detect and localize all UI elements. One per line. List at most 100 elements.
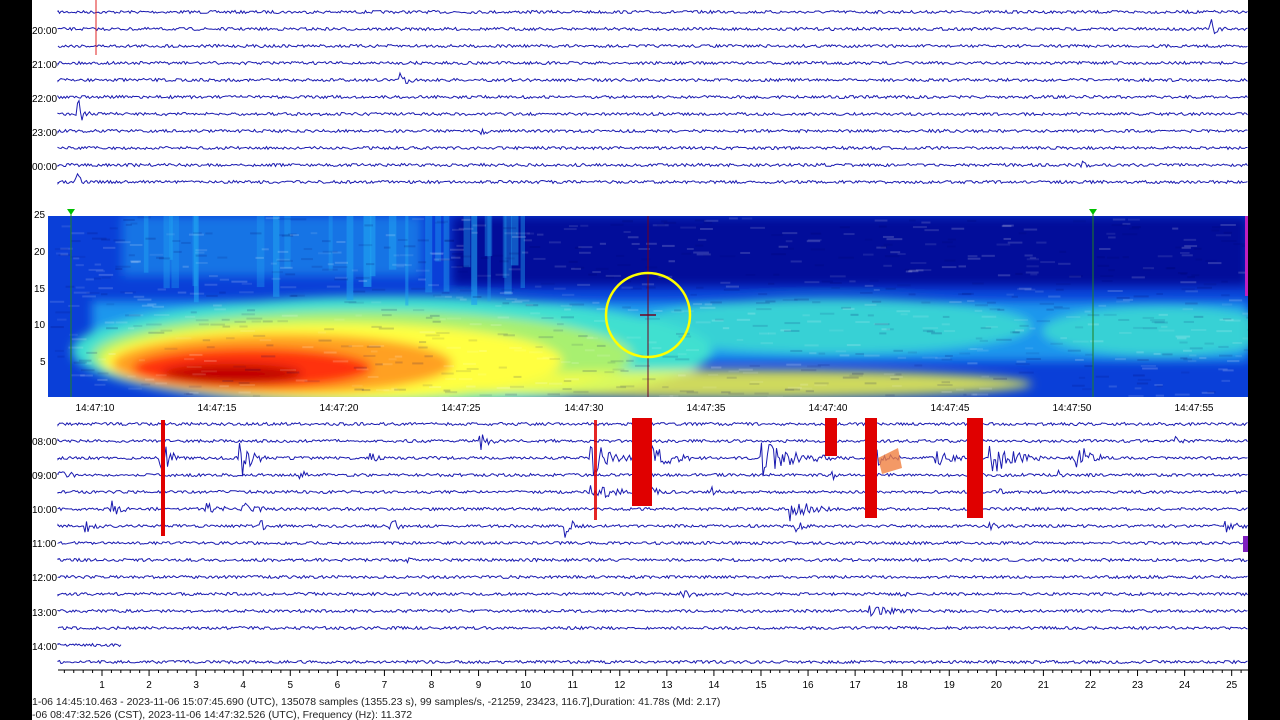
minute-axis: 1 2 3 4 5 6 7 8 9 10 11 12 13 14 15 16 17 18 19 20 21 22 23 24 2…	[58, 669, 1248, 691]
spectrogram-y-axis: 25 20 15 10 5	[34, 210, 46, 368]
seismic-trace	[57, 172, 1248, 185]
frequency-tick: 5	[40, 357, 46, 368]
spectrogram-panel[interactable]: 25 20 15 10 5 14:47:10 14:47:15 14:47:20…	[32, 206, 1248, 420]
frequency-tick: 25	[34, 210, 46, 221]
status-line-range: 1-06 14:45:10.463 - 2023-11-06 15:07:45.…	[32, 696, 721, 708]
event-markers	[161, 418, 1248, 552]
event-marker	[967, 418, 983, 518]
minute-tick-label: 20	[991, 680, 1003, 691]
minute-tick-label: 12	[614, 680, 626, 691]
top-helicorder-traces	[57, 0, 1248, 185]
time-tick: 14:47:30	[565, 403, 604, 414]
seismic-trace	[57, 145, 1248, 151]
seismic-trace	[57, 71, 1248, 84]
top-helicorder-plot[interactable]: 20:00 21:00 22:00 23:00 00:00	[32, 0, 1248, 196]
seismic-trace	[57, 642, 122, 648]
event-marker	[632, 418, 652, 506]
seismic-trace	[57, 590, 1248, 599]
seismic-trace	[57, 574, 1248, 580]
seismic-trace	[57, 659, 1248, 665]
hour-label: 08:00	[32, 437, 57, 448]
seismic-trace	[57, 127, 1248, 136]
seismic-trace	[57, 625, 1248, 631]
time-tick: 14:47:35	[687, 403, 726, 414]
bottom-helicorder-hour-labels: 08:00 09:00 10:00 11:00 12:00 13:00 14:0…	[32, 437, 57, 653]
frequency-tick: 20	[34, 247, 46, 258]
seismic-trace	[57, 94, 1248, 100]
minute-tick-label: 3	[193, 680, 199, 691]
hour-label: 12:00	[32, 573, 57, 584]
seismic-trace	[57, 60, 1248, 67]
selection-end-marker	[1089, 209, 1097, 215]
seismic-trace	[57, 484, 1248, 501]
seismic-trace	[57, 500, 1248, 522]
hour-label: 13:00	[32, 608, 57, 619]
minute-tick-label: 4	[240, 680, 246, 691]
hour-label: 10:00	[32, 505, 57, 516]
seismic-trace	[57, 19, 1248, 35]
bottom-helicorder-panel[interactable]: 08:00 09:00 10:00 11:00 12:00 13:00 14:0…	[32, 418, 1248, 694]
minute-tick-label: 6	[335, 680, 341, 691]
minute-tick-label: 25	[1226, 680, 1238, 691]
right-edge-marker	[1243, 536, 1248, 552]
seismic-trace	[57, 605, 1248, 618]
hour-label: 21:00	[32, 60, 57, 71]
hour-label: 11:00	[32, 539, 57, 550]
event-marker	[161, 420, 165, 536]
picked-phase-highlight	[878, 448, 902, 474]
seismic-trace	[57, 520, 1248, 538]
minute-tick-label: 23	[1132, 680, 1144, 691]
minute-tick-label: 14	[708, 680, 720, 691]
minute-tick-label: 11	[568, 680, 579, 691]
minute-tick-label: 7	[382, 680, 388, 691]
time-tick: 14:47:50	[1053, 403, 1092, 414]
seismic-trace	[57, 99, 1248, 121]
time-tick: 14:47:10	[76, 403, 115, 414]
hour-label: 22:00	[32, 94, 57, 105]
seismic-viewer-window: 20:00 21:00 22:00 23:00 00:00 25 20 15 1…	[32, 0, 1248, 720]
event-marker	[594, 420, 597, 520]
selection-start-marker	[67, 209, 75, 215]
bottom-helicorder-plot[interactable]: 08:00 09:00 10:00 11:00 12:00 13:00 14:0…	[32, 418, 1248, 694]
time-tick: 14:47:40	[809, 403, 848, 414]
minute-tick-label: 15	[755, 680, 767, 691]
time-tick: 14:47:45	[931, 403, 970, 414]
top-helicorder-hour-labels: 20:00 21:00 22:00 23:00 00:00	[32, 26, 57, 173]
minute-tick-label: 17	[850, 680, 862, 691]
seismic-trace	[57, 43, 1248, 49]
hour-label: 23:00	[32, 128, 57, 139]
time-tick: 14:47:25	[442, 403, 481, 414]
spectrogram-plot[interactable]: 25 20 15 10 5 14:47:10 14:47:15 14:47:20…	[32, 206, 1248, 420]
bottom-helicorder-traces	[57, 421, 1248, 665]
minute-tick-label: 19	[944, 680, 956, 691]
seismic-trace	[57, 468, 1248, 482]
seismic-trace	[57, 442, 1248, 479]
time-tick: 14:47:15	[198, 403, 237, 414]
top-helicorder-panel[interactable]: 20:00 21:00 22:00 23:00 00:00	[32, 0, 1248, 196]
spectrogram-time-axis: 14:47:10 14:47:15 14:47:20 14:47:25 14:4…	[76, 403, 1214, 414]
seismic-trace	[57, 557, 1248, 564]
hour-label: 20:00	[32, 26, 57, 37]
seismic-trace	[57, 421, 1248, 427]
frequency-tick: 15	[34, 284, 46, 295]
seismic-trace	[57, 9, 1248, 15]
seismic-trace	[57, 540, 1248, 546]
status-line-cursor: -06 08:47:32.526 (CST), 2023-11-06 14:47…	[32, 709, 413, 720]
minute-tick-label: 5	[287, 680, 293, 691]
time-tick: 14:47:20	[320, 403, 359, 414]
hour-label: 09:00	[32, 471, 57, 482]
status-bar: 1-06 14:45:10.463 - 2023-11-06 15:07:45.…	[32, 694, 1248, 720]
minute-tick-label: 24	[1179, 680, 1191, 691]
minute-tick-label: 13	[661, 680, 673, 691]
minute-tick-label: 21	[1038, 680, 1050, 691]
minute-tick-label: 1	[99, 680, 105, 691]
event-marker	[865, 418, 877, 518]
minute-tick-label: 2	[146, 680, 152, 691]
minute-tick-label: 22	[1085, 680, 1097, 691]
right-edge-marker	[1245, 216, 1248, 296]
time-tick: 14:47:55	[1175, 403, 1214, 414]
hour-label: 00:00	[32, 162, 57, 173]
minute-tick-label: 9	[476, 680, 482, 691]
minute-tick-label: 10	[520, 680, 532, 691]
minute-tick-label: 8	[429, 680, 435, 691]
